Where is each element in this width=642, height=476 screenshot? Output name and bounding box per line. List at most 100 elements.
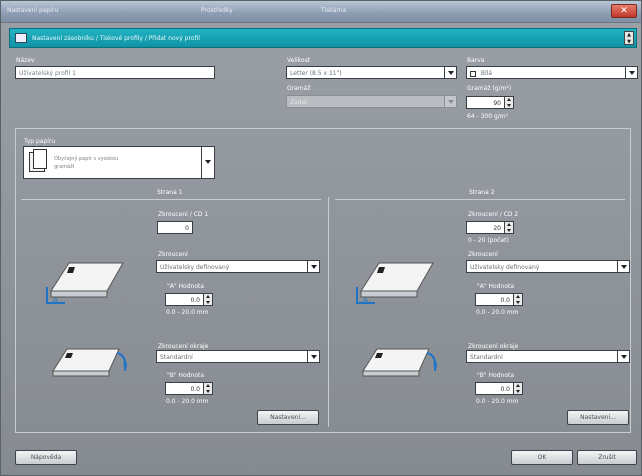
side-1-count-input[interactable]: 0 [157,221,193,234]
paper-sheet-shape [50,262,124,292]
paper-sheet-shape [362,348,430,372]
side-2-count-label: Zkroucení / CD 2 [468,211,519,218]
chevron-down-icon[interactable] [201,147,214,178]
stepper-arrows-icon[interactable] [513,383,522,394]
label-a-icon: A [363,296,368,304]
side-1-curl-label: Zkroucení [158,251,188,258]
size-label: Velikost [287,57,311,64]
side-1-a-value: 0.0 [190,297,200,304]
side-1-edge-value: Standardní [160,354,193,361]
title-segment-resources: Prostředky [201,7,233,14]
side-1-curl-value: Uživatelsky definovaný [160,264,230,271]
stepper-arrows-icon[interactable] [203,383,212,394]
sides-separator [328,197,329,427]
side-1-curl-b-diagram: B [52,348,128,377]
side-2-edge-select[interactable]: Standardní [466,350,630,363]
label-b-icon: B [123,361,128,369]
stepper-arrows-icon[interactable] [203,294,212,305]
side-1-count-label: Zkroucení / CD 1 [158,211,209,218]
side-2-a-label: "A" Hodnota [477,283,515,290]
color-value: Bílá [480,70,493,77]
close-icon: ✕ [620,6,628,16]
chevron-down-icon[interactable] [307,261,319,272]
stepper-arrows-icon[interactable] [504,222,513,233]
gsm-value: 90 [493,100,501,107]
size-value: Letter (8.5 x 11") [290,70,342,77]
dialog-window: Nastavení papíru Prostředky Tiskárna ✕ N… [0,0,642,476]
cancel-button[interactable]: Zrušit [577,450,637,465]
side-2-settings-button[interactable]: Nastavení... [567,410,629,425]
path-scroller[interactable]: ▲ ▼ [624,31,634,45]
side-2-b-stepper[interactable]: 0.0 [475,382,523,395]
name-input[interactable]: Uživatelský profil 1 [15,66,215,79]
side-1-settings-button[interactable]: Nastavení... [257,410,319,425]
stepper-arrows-icon[interactable] [504,97,513,108]
title-bar: Nastavení papíru Prostředky Tiskárna ✕ [1,1,641,23]
side-1-header: Strana 1 [157,189,183,196]
side-1-edge-select[interactable]: Standardní [156,350,320,363]
profile-path: Nastavení zásobníku / Tiskové profily / … [32,35,200,42]
name-label: Název [16,57,35,64]
tray-icon [15,33,27,43]
label-b-icon: B [433,361,438,369]
side-1-a-range: 0.0 - 20.0 mm [166,309,209,316]
paper-edge-shape [50,290,108,298]
side-1-a-stepper[interactable]: 0.0 [165,293,213,306]
paper-edge-shape [360,290,418,298]
side-1-divider [21,199,321,200]
paper-stack-icon [29,149,47,172]
side-2-edge-label: Zkroucení okraje [468,343,519,350]
side-2-count-range: 0 - 20 (počet) [468,237,509,244]
chevron-down-icon[interactable] [625,67,637,78]
title-text: Nastavení papíru [7,7,59,14]
side-2-b-range: 0.0 - 20.0 mm [476,398,519,405]
weight-label: Gramáž [287,85,311,92]
chevron-down-icon[interactable] [617,261,629,272]
gsm-stepper[interactable]: 90 [466,96,514,109]
side-2-curl-select[interactable]: Uživatelsky definovaný [466,260,630,273]
side-2-header: Strana 2 [469,189,495,196]
side-2-a-value: 0.0 [500,297,510,304]
paper-type-select[interactable]: Obyčejný papír s vysokou gramáží [23,146,215,179]
side-2-b-label: "B" Hodnota [477,372,515,379]
paper-type-line-1: Obyčejný papír s vysokou [54,156,119,162]
side-2-edge-value: Standardní [470,354,503,361]
side-2-b-value: 0.0 [500,386,510,393]
chevron-down-icon[interactable] [444,67,456,78]
side-1-curl-a-diagram: A [46,262,124,304]
chevron-down-icon[interactable] [617,351,629,362]
chevron-down-icon [444,96,456,107]
side-2-count-stepper[interactable]: 20 [466,221,514,234]
side-2-curl-b-diagram: B [362,348,438,377]
side-2-count-value: 20 [493,225,501,232]
color-select[interactable]: Bílá [466,66,638,79]
help-button[interactable]: Nápověda [15,450,77,465]
scroll-up-icon[interactable]: ▲ [625,32,633,39]
side-1-curl-select[interactable]: Uživatelsky definovaný [156,260,320,273]
chevron-down-icon[interactable] [307,351,319,362]
paper-sheet-shape [52,348,120,372]
ok-button[interactable]: OK [511,450,573,465]
side-1-edge-label: Zkroucení okraje [158,343,209,350]
paper-type-label: Typ papíru [24,138,56,145]
paper-edge-shape [52,370,110,377]
side-1-b-label: "B" Hodnota [167,372,205,379]
size-select[interactable]: Letter (8.5 x 11") [286,66,457,79]
paper-sheet-shape [360,262,434,292]
side-2-curl-a-diagram: A [356,262,434,304]
side-1-b-value: 0.0 [190,386,200,393]
gsm-label: Gramáž (g/m²) [467,85,512,92]
weight-value: Zadat [290,99,308,106]
side-2-a-stepper[interactable]: 0.0 [475,293,523,306]
stepper-arrows-icon[interactable] [513,294,522,305]
side-2-divider [335,199,625,200]
side-2-a-range: 0.0 - 20.0 mm [476,309,519,316]
side-1-b-stepper[interactable]: 0.0 [165,382,213,395]
close-button[interactable]: ✕ [611,4,637,18]
gsm-range: 64 - 300 g/m² [467,113,509,120]
side-2-curl-label: Zkroucení [468,251,498,258]
color-label: Barva [467,57,485,64]
scroll-down-icon[interactable]: ▼ [625,39,633,46]
label-a-icon: A [53,296,58,304]
weight-select: Zadat [286,95,457,108]
